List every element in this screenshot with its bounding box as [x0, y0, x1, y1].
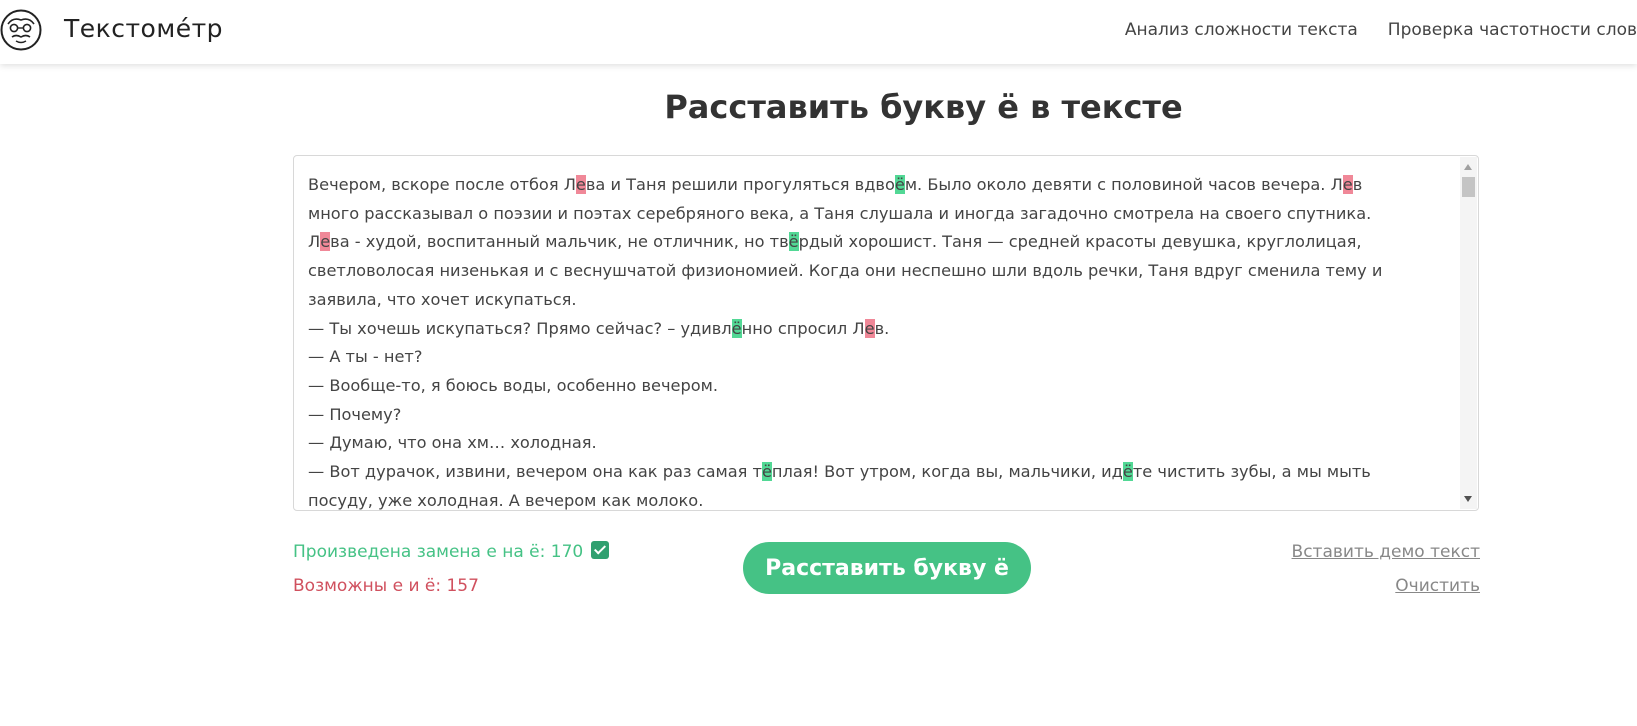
replaced-yo-highlight: ё	[731, 318, 742, 338]
text-segment: — Ты хочешь искупаться? Прямо сейчас? – …	[308, 318, 732, 338]
text-segment: — Почему?	[308, 404, 402, 424]
text-line: — Ты хочешь искупаться? Прямо сейчас? – …	[308, 315, 1448, 344]
text-line: Лева - худой, воспитанный мальчик, не от…	[308, 228, 1448, 257]
page-title: Расставить букву ё в тексте	[664, 88, 1183, 126]
editor-content[interactable]: Вечером, вскоре после отбоя Лева и Таня …	[308, 171, 1448, 510]
text-segment: ва - худой, воспитанный мальчик, не отли…	[330, 232, 789, 252]
text-segment: рдый хорошист. Таня — средней красоты де…	[798, 232, 1362, 252]
text-line: много рассказывал о поэзии и поэтах сере…	[308, 200, 1448, 229]
checkmark-icon	[591, 541, 610, 559]
text-editor[interactable]: Вечером, вскоре после отбоя Лева и Таня …	[293, 155, 1479, 511]
text-segment: плая! Вот утром, когда вы, мальчики, ид	[771, 462, 1123, 482]
possible-yo-highlight: е	[1342, 175, 1353, 194]
text-line: светловолосая низенькая и с веснушчатой …	[308, 257, 1448, 286]
text-segment: те чистить зубы, а мы мыть	[1132, 462, 1371, 482]
replaced-yo-highlight: ё	[894, 175, 905, 194]
possible-yo-highlight: е	[864, 318, 875, 338]
text-segment: светловолосая низенькая и с веснушчатой …	[308, 261, 1383, 281]
text-segment: в.	[874, 318, 890, 338]
brand-name[interactable]: Текстоме́тр	[64, 14, 223, 43]
replaced-yo-highlight: ё	[1122, 462, 1133, 482]
replaced-yo-highlight: ё	[788, 232, 799, 252]
scroll-down-arrow-icon[interactable]	[1464, 496, 1472, 502]
scroll-thumb[interactable]	[1462, 177, 1475, 197]
text-segment: — А ты - нет?	[308, 347, 423, 367]
face-icon[interactable]	[0, 9, 42, 51]
text-line: посуду, уже холодная. А вечером как моло…	[308, 487, 1448, 510]
place-yo-button[interactable]: Расставить букву ё	[743, 542, 1031, 594]
replaced-yo-highlight: ё	[761, 462, 772, 482]
insert-demo-link[interactable]: Вставить демо текст	[1292, 542, 1480, 562]
text-line: Вечером, вскоре после отбоя Лева и Таня …	[308, 171, 1448, 200]
text-line: — Думаю, что она хм… холодная.	[308, 429, 1448, 458]
possible-count: Возможны е и ё: 157	[293, 576, 479, 596]
text-segment: Вечером, вскоре после отбоя Л	[308, 175, 576, 194]
possible-yo-highlight: е	[320, 232, 331, 252]
text-segment: — Вообще-то, я боюсь воды, особенно вече…	[308, 375, 719, 395]
header: Текстоме́тр Анализ сложности текста Пров…	[0, 0, 1637, 64]
clear-link[interactable]: Очистить	[1395, 576, 1480, 596]
text-segment: в	[1352, 175, 1363, 194]
text-segment: ва и Таня решили прогуляться вдво	[585, 175, 895, 194]
text-segment: — Вот дурачок, извини, вечером она как р…	[308, 462, 762, 482]
text-segment: заявила, что хочет искупаться.	[308, 289, 577, 309]
replaced-count: Произведена замена е на ё: 170	[293, 541, 610, 562]
text-line: — А ты - нет?	[308, 343, 1448, 372]
nav-link-frequency[interactable]: Проверка частотности слов	[1388, 20, 1637, 40]
possible-yo-highlight: е	[575, 175, 586, 194]
text-line: — Вообще-то, я боюсь воды, особенно вече…	[308, 372, 1448, 401]
text-line: заявила, что хочет искупаться.	[308, 286, 1448, 315]
text-line: — Вот дурачок, извини, вечером она как р…	[308, 458, 1448, 487]
text-line: — Почему?	[308, 401, 1448, 430]
text-segment: много рассказывал о поэзии и поэтах сере…	[308, 203, 1372, 223]
editor-scrollbar[interactable]	[1460, 157, 1477, 509]
top-nav: Анализ сложности текста Проверка частотн…	[1125, 20, 1637, 40]
text-segment: Л	[308, 232, 321, 252]
text-segment: — Думаю, что она хм… холодная.	[308, 433, 597, 453]
scroll-up-arrow-icon[interactable]	[1464, 164, 1472, 170]
text-segment: м. Было около девяти с половиной часов в…	[904, 175, 1343, 194]
replaced-count-text: Произведена замена е на ё: 170	[293, 542, 584, 562]
nav-link-complexity[interactable]: Анализ сложности текста	[1125, 20, 1358, 40]
text-segment: посуду, уже холодная. А вечером как моло…	[308, 490, 704, 510]
text-segment: нно спросил Л	[741, 318, 865, 338]
